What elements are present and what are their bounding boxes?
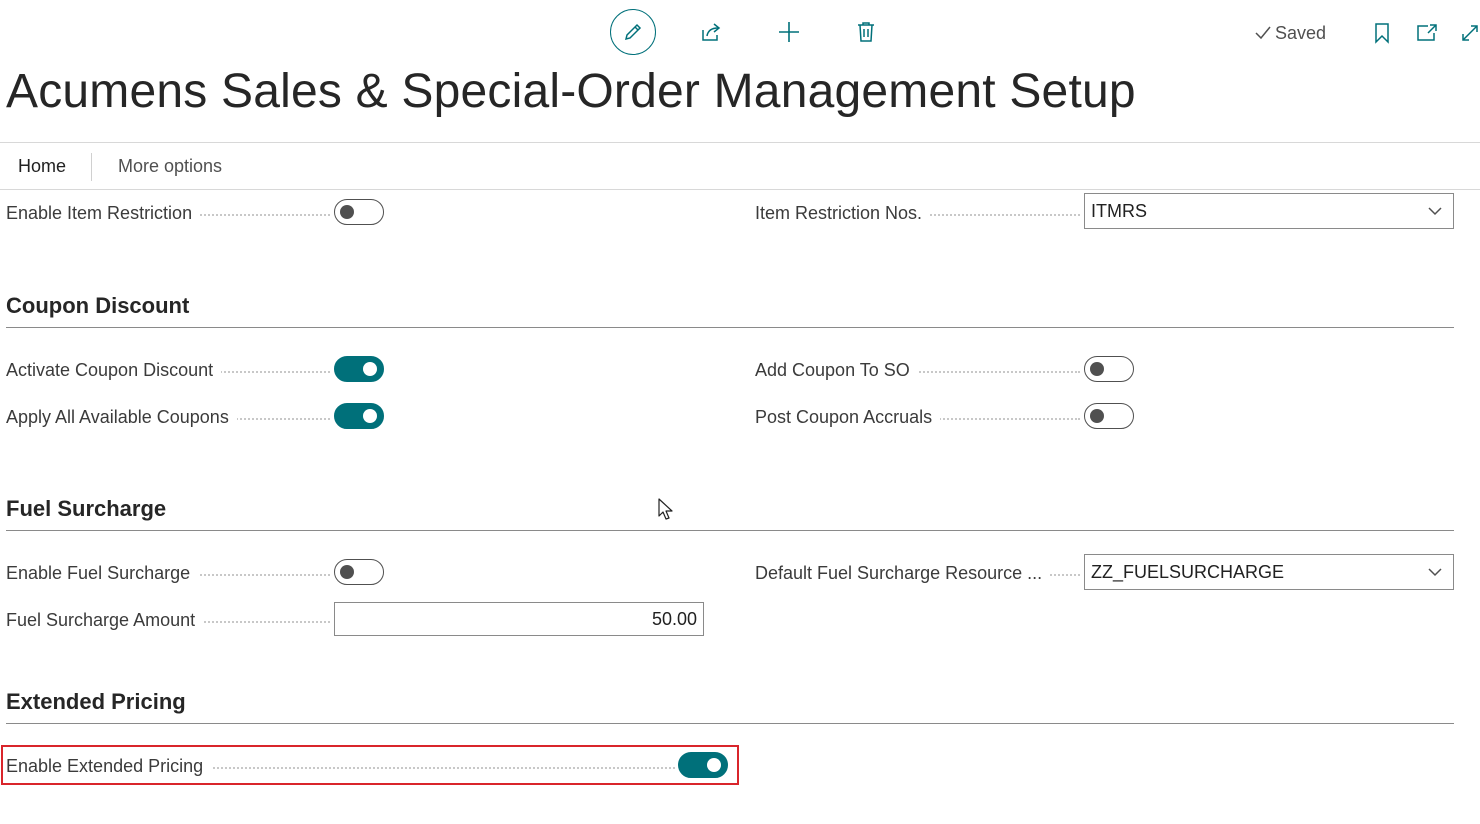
new-button[interactable] (773, 14, 805, 50)
toggle-knob (707, 758, 721, 772)
bookmark-icon (1375, 23, 1389, 44)
toggle-knob (340, 205, 354, 219)
toggle-knob (363, 409, 377, 423)
dotted-leader (180, 214, 330, 216)
plus-icon (779, 22, 799, 42)
apply-all-coupons-label: Apply All Available Coupons (6, 405, 237, 429)
post-coupon-accruals-toggle[interactable] (1084, 403, 1134, 429)
toggle-knob (1090, 409, 1104, 423)
item-restriction-nos-select[interactable]: ITMRS (1084, 193, 1454, 229)
toggle-knob (340, 565, 354, 579)
dotted-leader (914, 214, 1080, 216)
enable-item-restriction-label: Enable Item Restriction (6, 201, 201, 225)
fuel-surcharge-amount-label: Fuel Surcharge Amount (6, 608, 204, 632)
apply-all-coupons-toggle[interactable] (334, 403, 384, 429)
item-restriction-nos-value: ITMRS (1091, 201, 1147, 221)
chevron-down-icon (1428, 568, 1442, 577)
edit-button[interactable] (610, 9, 656, 55)
item-restriction-nos-label: Item Restriction Nos. (755, 201, 931, 225)
pencil-icon (624, 23, 642, 41)
section-title-extended-pricing: Extended Pricing (6, 689, 1454, 724)
delete-button[interactable] (850, 14, 882, 50)
enable-fuel-surcharge-label: Enable Fuel Surcharge (6, 561, 199, 585)
action-bar-divider (91, 153, 92, 181)
dotted-leader (185, 621, 330, 623)
post-coupon-accruals-label: Post Coupon Accruals (755, 405, 941, 429)
default-fuel-surcharge-resource-select[interactable]: ZZ_FUELSURCHARGE (1084, 554, 1454, 590)
dotted-leader (900, 371, 1080, 373)
mouse-cursor-icon (658, 498, 673, 520)
dotted-leader (920, 418, 1080, 420)
saved-status: Saved (1254, 20, 1326, 46)
trash-icon (858, 22, 874, 42)
more-options-button[interactable]: More options (118, 143, 222, 189)
action-bar: Home More options (0, 142, 1480, 190)
checkmark-icon (1255, 26, 1271, 40)
popout-icon (1417, 24, 1437, 41)
enable-extended-pricing-toggle[interactable] (678, 752, 728, 778)
page-title: Acumens Sales & Special-Order Management… (6, 65, 1136, 118)
enable-item-restriction-toggle[interactable] (334, 199, 384, 225)
saved-label: Saved (1275, 22, 1327, 43)
share-button[interactable] (695, 14, 727, 50)
expand-icon (1462, 25, 1478, 41)
expand-button[interactable] (1456, 16, 1480, 50)
toggle-knob (363, 362, 377, 376)
add-coupon-to-so-toggle[interactable] (1084, 356, 1134, 382)
default-fuel-surcharge-resource-label: Default Fuel Surcharge Resource ... (755, 561, 1051, 585)
bookmark-button[interactable] (1368, 16, 1396, 50)
share-icon (702, 23, 721, 41)
default-fuel-surcharge-resource-value: ZZ_FUELSURCHARGE (1091, 562, 1285, 582)
toggle-knob (1090, 362, 1104, 376)
fuel-surcharge-amount-input[interactable]: 50.00 (334, 602, 704, 636)
section-title-coupon-discount: Coupon Discount (6, 293, 1454, 328)
fuel-surcharge-amount-value: 50.00 (651, 609, 697, 629)
enable-fuel-surcharge-toggle[interactable] (334, 559, 384, 585)
dotted-leader (190, 767, 675, 769)
activate-coupon-discount-label: Activate Coupon Discount (6, 358, 222, 382)
add-coupon-to-so-label: Add Coupon To SO (755, 358, 918, 382)
popout-button[interactable] (1412, 16, 1442, 50)
section-title-fuel-surcharge: Fuel Surcharge (6, 496, 1454, 531)
activate-coupon-discount-toggle[interactable] (334, 356, 384, 382)
chevron-down-icon (1428, 207, 1442, 216)
tab-home[interactable]: Home (18, 143, 66, 189)
enable-extended-pricing-label: Enable Extended Pricing (6, 754, 212, 778)
